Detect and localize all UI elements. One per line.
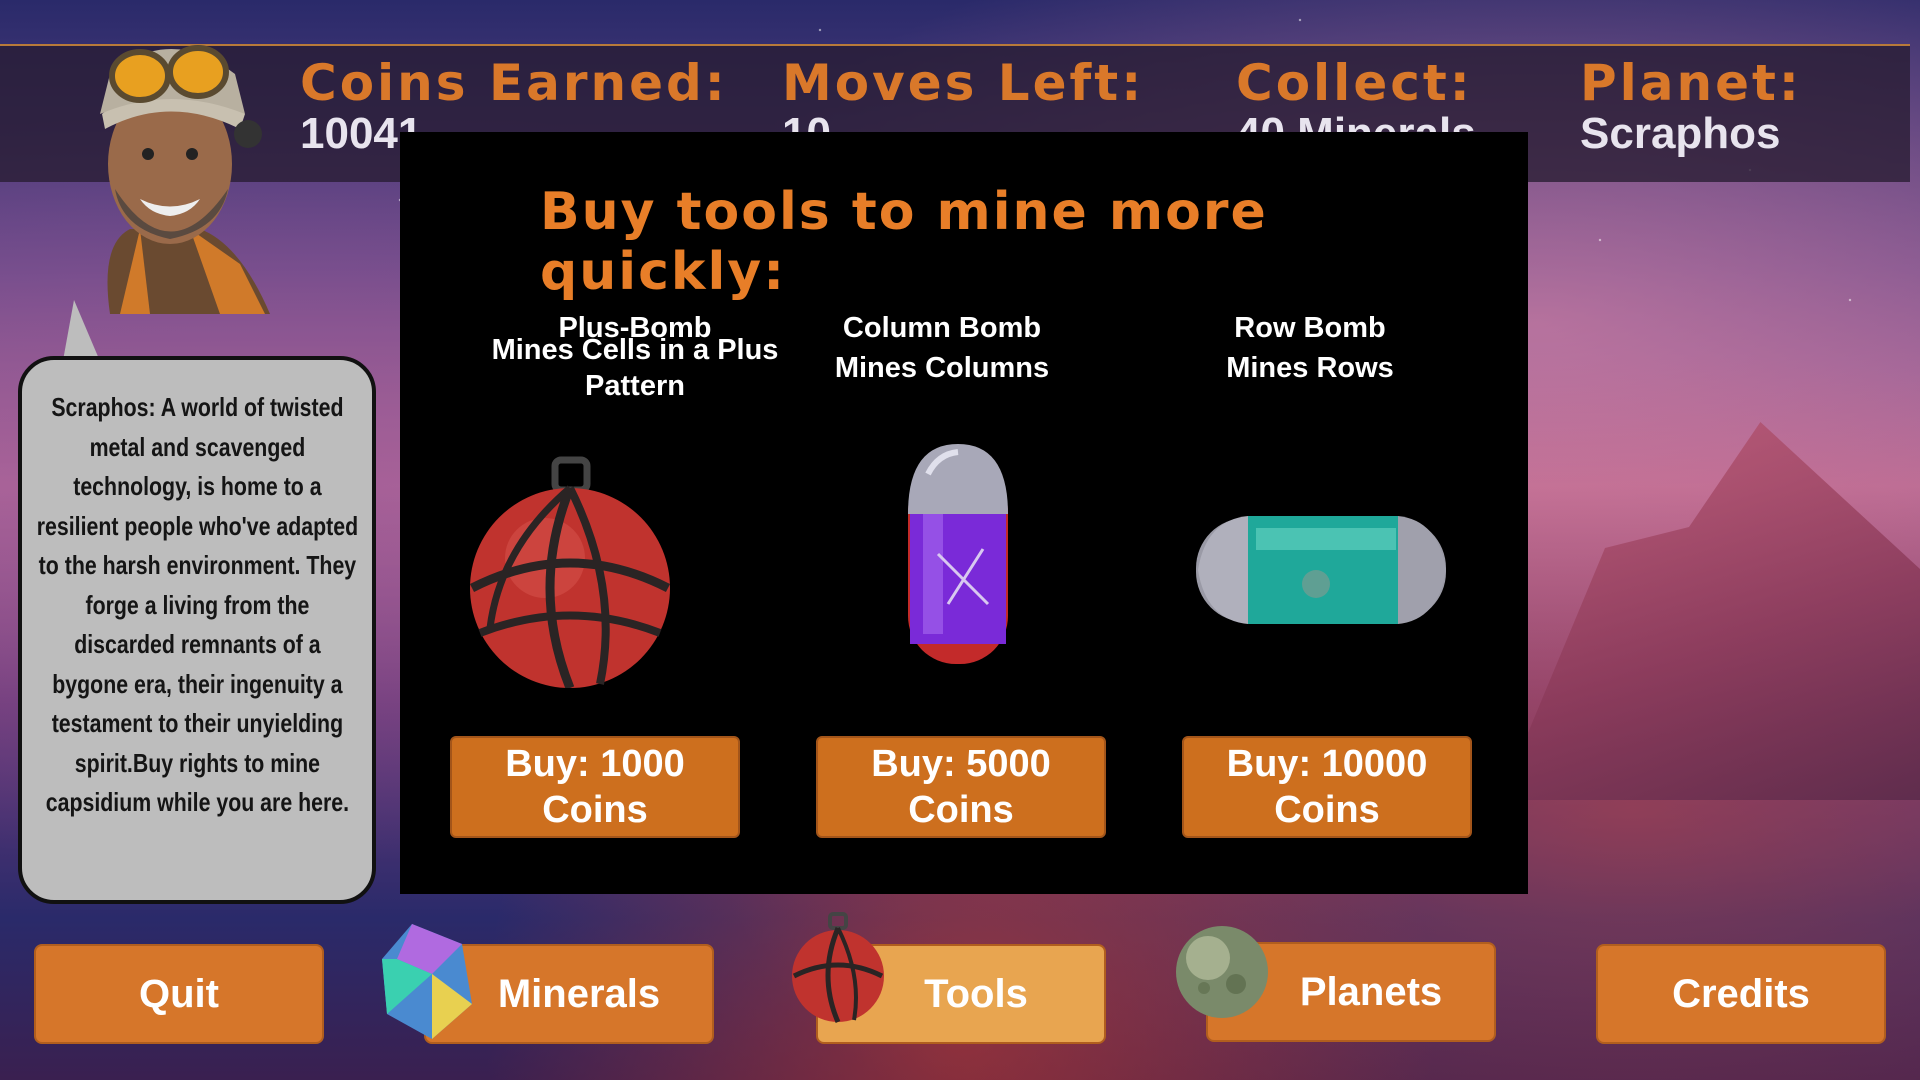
- credits-button[interactable]: Credits: [1596, 944, 1886, 1044]
- column-bomb-icon: [898, 434, 1018, 688]
- quit-button[interactable]: Quit: [34, 944, 324, 1044]
- shop-title: Buy tools to mine more quickly:: [540, 182, 1268, 302]
- buy-column-bomb-button[interactable]: Buy: 5000 Coins: [816, 736, 1106, 838]
- item-description: Mines Columns: [834, 352, 1050, 384]
- item-description: Mines Cells in a Plus Pattern: [491, 334, 779, 402]
- plus-bomb-icon: [460, 448, 680, 692]
- plus-bomb-nav-icon: [788, 910, 888, 1029]
- mineral-crystal-icon: [372, 914, 482, 1048]
- coins-label: Coins Earned:: [300, 54, 728, 112]
- planet-globe-icon: [1174, 924, 1270, 1024]
- miner-portrait-icon: [40, 14, 290, 334]
- planet-description: Scraphos: A world of twisted metal and s…: [36, 392, 358, 817]
- planet-stat: Planet: Scraphos: [1580, 58, 1802, 158]
- buy-row-bomb-button[interactable]: Buy: 10000 Coins: [1182, 736, 1472, 838]
- item-name: Row Bomb: [1234, 312, 1386, 344]
- collect-label: Collect:: [1236, 54, 1473, 112]
- item-name: Column Bomb: [842, 312, 1042, 344]
- shop-item-plus-bomb: Plus-Bomb Mines Cells in a Plus Pattern: [470, 308, 800, 404]
- minerals-label: Minerals: [497, 971, 661, 1016]
- item-description: Mines Rows: [1226, 352, 1394, 384]
- speech-bubble: Scraphos: A world of twisted metal and s…: [18, 356, 376, 904]
- planets-label: Planets: [1299, 969, 1443, 1014]
- planet-label: Planet:: [1580, 54, 1802, 112]
- buy-plus-bomb-button[interactable]: Buy: 1000 Coins: [450, 736, 740, 838]
- shop-item-column-bomb: Column Bomb Mines Columns: [777, 308, 1107, 388]
- background-mountain: [1500, 422, 1920, 800]
- row-bomb-icon: [1186, 504, 1456, 638]
- tools-label: Tools: [924, 971, 1028, 1016]
- moves-label: Moves Left:: [782, 54, 1145, 112]
- shop-item-row-bomb: Row Bomb Mines Rows: [1145, 308, 1475, 388]
- tools-shop-panel: Buy tools to mine more quickly: Plus-Bom…: [400, 132, 1528, 894]
- planet-value: Scraphos: [1580, 109, 1781, 158]
